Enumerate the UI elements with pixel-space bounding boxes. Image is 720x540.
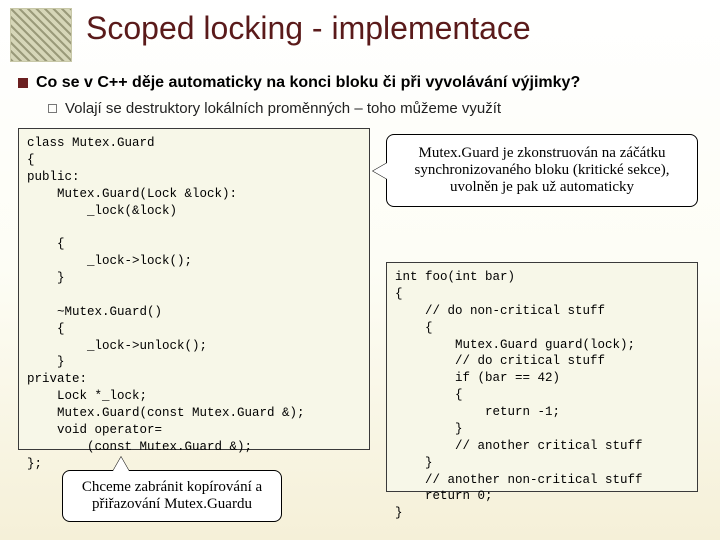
slide-title: Scoped locking - implementace	[86, 10, 531, 47]
callout-copy-prevention-note: Chceme zabránit kopírování a přiřazování…	[62, 470, 282, 522]
code-block-class-definition: class Mutex.Guard { public: Mutex.Guard(…	[18, 128, 370, 450]
bullet-level-1: Co se v C++ děje automaticky na konci bl…	[18, 74, 580, 92]
code-block-usage-example: int foo(int bar) { // do non-critical st…	[386, 262, 698, 492]
bullet-square-icon	[18, 78, 28, 88]
callout-construction-note: Mutex.Guard je zkonstruován na záčátku s…	[386, 134, 698, 207]
bullet-text-1: Co se v C++ děje automaticky na konci bl…	[36, 74, 580, 92]
slide-logo	[10, 8, 72, 62]
bullet-hollow-square-icon	[48, 104, 57, 113]
bullet-level-2: Volají se destruktory lokálních proměnný…	[48, 100, 501, 117]
bullet-text-2: Volají se destruktory lokálních proměnný…	[65, 100, 501, 117]
